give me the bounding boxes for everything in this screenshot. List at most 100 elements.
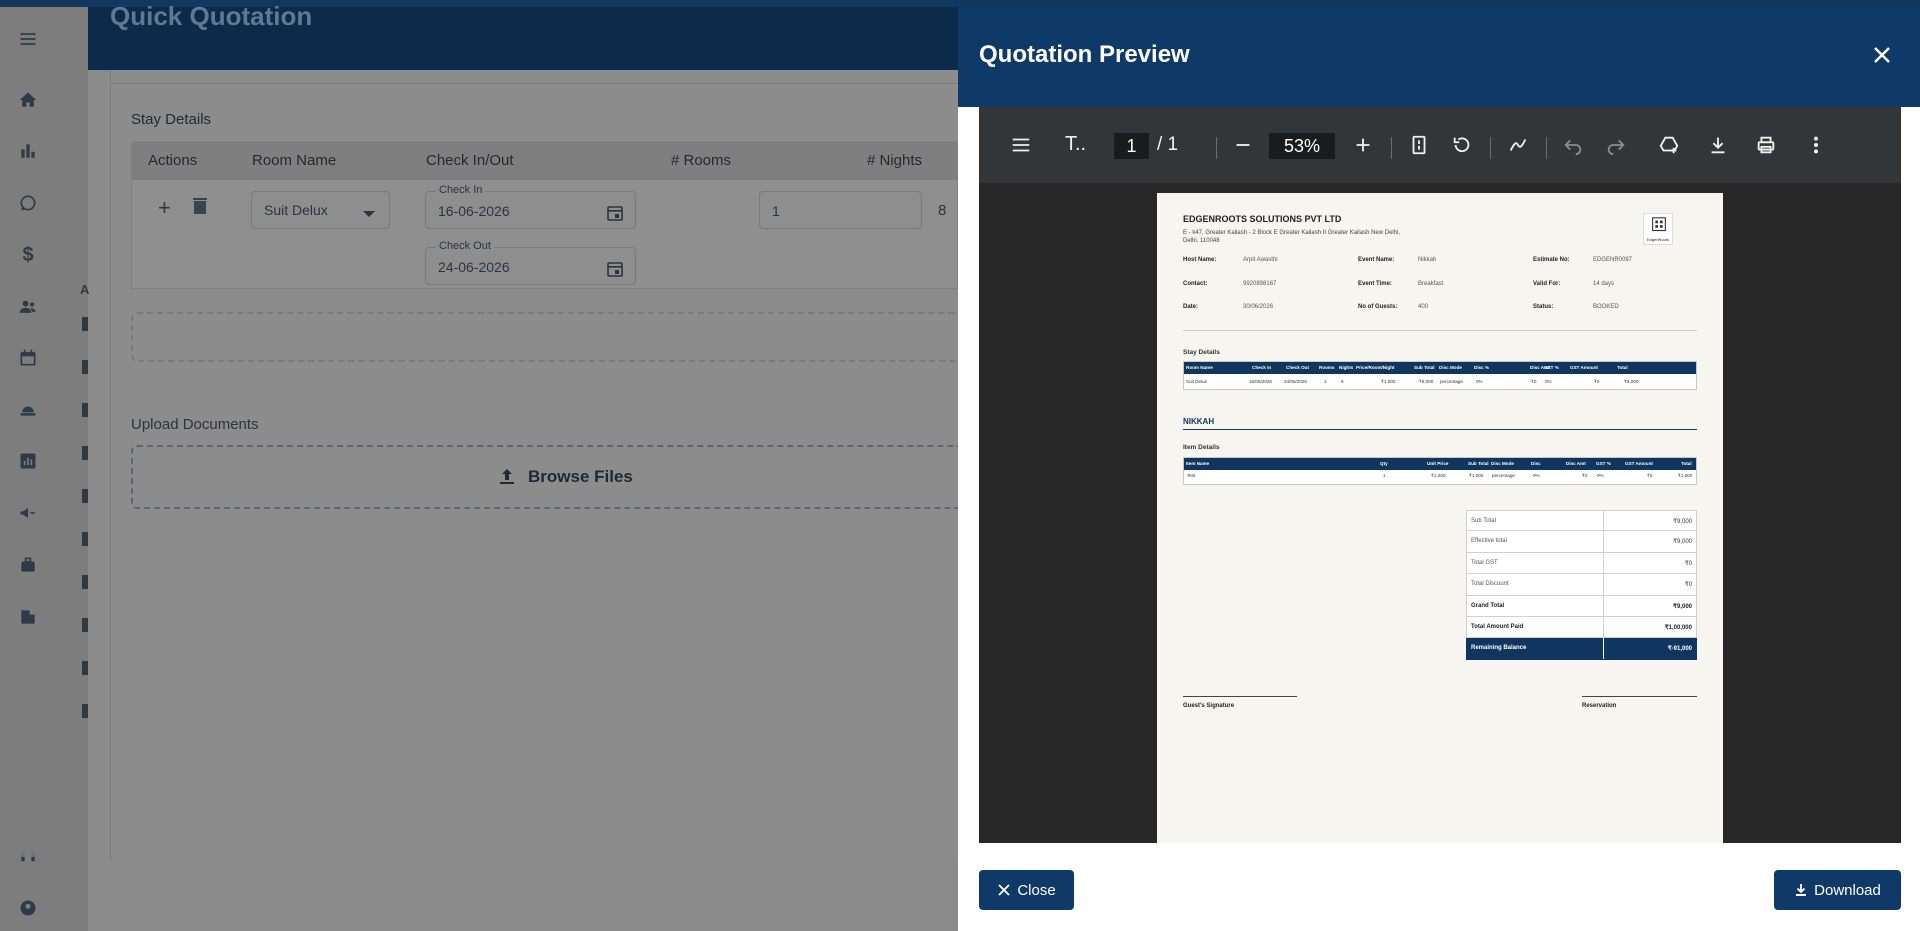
- cell: ₹1,000: [1381, 379, 1396, 384]
- print-icon[interactable]: [1754, 133, 1778, 157]
- status-value: BOOKED: [1593, 304, 1619, 310]
- contact-label: Contact:: [1183, 281, 1207, 287]
- cell: 16/06/2026: [1249, 379, 1272, 384]
- amount-paid-row: Total Amount Paid ₹1,00,000: [1466, 616, 1697, 639]
- download-icon[interactable]: [1706, 133, 1730, 157]
- redo-icon[interactable]: [1604, 133, 1628, 157]
- summary-value: ₹9,000: [1673, 539, 1692, 546]
- headset-icon[interactable]: [16, 845, 40, 869]
- cell: 0%: [1545, 379, 1552, 384]
- page-number-input[interactable]: 1: [1114, 133, 1149, 159]
- card-divider: [110, 70, 958, 84]
- th-disc-mode: Disc Mode: [1491, 461, 1514, 466]
- rooms-input[interactable]: 1: [759, 191, 922, 229]
- page-title: Quick Quotation: [110, 1, 313, 31]
- quick-quotation-header: Quick Quotation: [88, 1, 958, 70]
- add-to-drive-icon[interactable]: [1657, 133, 1681, 157]
- delete-icon[interactable]: [192, 197, 208, 215]
- browse-files-label: Browse Files: [528, 467, 633, 486]
- cell: 8: [1341, 379, 1344, 384]
- logo-text: EdgenRoots: [1646, 237, 1669, 242]
- bar-chart-icon[interactable]: [16, 139, 40, 163]
- home-icon[interactable]: [16, 88, 40, 112]
- th-check-in: Check In: [1252, 365, 1272, 370]
- add-event-dropzone[interactable]: [131, 312, 958, 362]
- undo-icon[interactable]: [1561, 133, 1585, 157]
- list-marker: [82, 704, 88, 718]
- close-icon[interactable]: [1868, 41, 1896, 69]
- cell: 0%: [1533, 473, 1540, 478]
- company-name: EDGENROOTS SOLUTIONS PVT LTD: [1183, 214, 1342, 224]
- zoom-out-icon[interactable]: [1231, 133, 1255, 157]
- valid-for-value: 14 days: [1593, 281, 1615, 287]
- estimate-value: EDGENR0097: [1593, 257, 1633, 263]
- whatsapp-icon[interactable]: [16, 191, 40, 215]
- support-bag-icon[interactable]: [16, 553, 40, 577]
- check-out-label: Check Out: [436, 240, 494, 252]
- calendar-icon[interactable]: [607, 261, 623, 277]
- building-icon[interactable]: [16, 605, 40, 629]
- host-name-key: Host Name:: [1183, 257, 1217, 263]
- list-marker: [82, 446, 88, 460]
- date-key: Date:: [1183, 304, 1199, 310]
- cell: 0%: [1597, 473, 1604, 478]
- estimate-label: Estimate No:: [1533, 257, 1570, 263]
- summary-label: Total GST: [1467, 552, 1604, 574]
- guests-value: 400: [1418, 304, 1429, 310]
- col-actions: Actions: [148, 152, 198, 169]
- th-unit-price: Unit Price: [1427, 461, 1449, 466]
- summary-row: Sub Total ₹9,000: [1466, 510, 1697, 532]
- fit-page-icon[interactable]: [1407, 133, 1431, 157]
- item-table-header: Item Name Qty Unit Price Sub Total Disc …: [1184, 458, 1696, 470]
- dialog-title: Quotation Preview: [979, 41, 1190, 68]
- list-marker: [82, 489, 88, 503]
- room-name-select[interactable]: Suit Delux: [251, 191, 390, 229]
- th-disc-mode: Disc Mode: [1439, 365, 1462, 370]
- company-address: E - k47, Greater Kailash - 2 Block E Gre…: [1183, 230, 1401, 244]
- list-marker: [82, 360, 88, 374]
- calendar-icon[interactable]: [607, 205, 623, 221]
- toolbar-divider: [1546, 137, 1547, 159]
- th-sub-total: Sub Total: [1414, 365, 1435, 370]
- zoom-in-icon[interactable]: [1351, 133, 1375, 157]
- rotate-icon[interactable]: [1450, 133, 1474, 157]
- status-label: Status:: [1533, 304, 1553, 310]
- add-row-icon[interactable]: +: [158, 195, 171, 221]
- check-in-value: 16-06-2026: [438, 203, 510, 219]
- campaign-icon[interactable]: [16, 501, 40, 525]
- check-in-field[interactable]: Check In 16-06-2026: [425, 184, 636, 229]
- col-check-in-out: Check In/Out: [426, 152, 514, 169]
- estimate-key: Estimate No:: [1533, 257, 1570, 263]
- close-button[interactable]: Close: [979, 870, 1074, 910]
- download-button[interactable]: Download: [1774, 870, 1901, 910]
- account-icon[interactable]: [16, 896, 40, 920]
- signature-line: [1582, 696, 1697, 697]
- calendar-icon[interactable]: [16, 346, 40, 370]
- summary-label: Remaining Balance: [1467, 638, 1604, 659]
- more-options-icon[interactable]: [1804, 133, 1828, 157]
- list-marker: [82, 403, 88, 417]
- event-time-value: Breakfast: [1418, 281, 1444, 287]
- close-icon: [998, 884, 1010, 896]
- check-out-field[interactable]: Check Out 24-06-2026: [425, 240, 636, 285]
- stay-details-label: Stay Details: [131, 111, 212, 128]
- draw-icon[interactable]: [1506, 133, 1530, 157]
- menu-icon[interactable]: [1009, 133, 1033, 157]
- cell: ₹0: [1531, 379, 1537, 384]
- toolbar-divider: [1216, 137, 1217, 159]
- stay-details-title: Stay Details: [1183, 349, 1220, 356]
- zoom-level[interactable]: 53%: [1269, 133, 1335, 159]
- cell: ₹1,000: [1678, 473, 1693, 478]
- upload-documents-label: Upload Documents: [131, 416, 259, 433]
- dollar-icon[interactable]: $: [16, 243, 40, 267]
- page-total: / 1: [1157, 134, 1179, 155]
- analytics-icon[interactable]: [16, 449, 40, 473]
- cell: Test: [1187, 473, 1196, 478]
- people-icon[interactable]: [16, 295, 40, 319]
- food-service-icon[interactable]: [16, 397, 40, 421]
- side-letter: A: [80, 282, 90, 297]
- menu-icon[interactable]: [16, 27, 40, 51]
- document-title: T..: [1065, 133, 1087, 155]
- browse-files-button[interactable]: Browse Files: [498, 467, 633, 487]
- col-rooms: # Rooms: [671, 152, 732, 169]
